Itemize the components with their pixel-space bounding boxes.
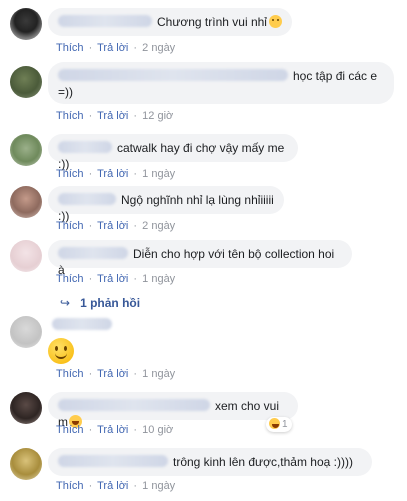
like-link[interactable]: Thích xyxy=(56,42,84,54)
separator: · xyxy=(133,42,138,54)
comment-actions: Thích · Trả lời · 1 ngày xyxy=(56,368,175,380)
avatar[interactable] xyxy=(10,240,42,272)
reply-link[interactable]: Trả lời xyxy=(97,220,128,232)
timestamp[interactable]: 2 ngày xyxy=(142,42,175,54)
avatar[interactable] xyxy=(10,186,42,218)
like-link[interactable]: Thích xyxy=(56,110,84,122)
comment-bubble: catwalk hay đi chợ vậy mấy me :)) xyxy=(48,134,298,171)
comment-text: học tập đi các e xyxy=(293,69,378,83)
blurred-author-name[interactable] xyxy=(58,399,210,411)
timestamp[interactable]: 1 ngày xyxy=(142,273,175,285)
separator: · xyxy=(133,273,138,285)
comment-actions: Thích · Trả lời · 12 giờ xyxy=(56,110,173,122)
comment-bubble: Diễn cho hợp với tên bộ collection hoi à xyxy=(48,240,352,277)
separator: · xyxy=(88,42,93,54)
separator: · xyxy=(88,480,93,492)
blurred-author-name[interactable] xyxy=(58,193,116,205)
separator: · xyxy=(88,273,93,285)
separator: · xyxy=(88,110,93,122)
comment-actions: Thích · Trả lời · 1 ngày xyxy=(56,168,175,180)
comment-actions: Thích · Trả lời · 2 ngày xyxy=(56,42,175,54)
avatar[interactable] xyxy=(10,66,42,98)
reply-link[interactable]: Trả lời xyxy=(97,368,128,380)
avatar[interactable] xyxy=(10,8,42,40)
timestamp[interactable]: 1 ngày xyxy=(142,168,175,180)
avatar[interactable] xyxy=(10,392,42,424)
like-link[interactable]: Thích xyxy=(56,368,84,380)
timestamp[interactable]: 1 ngày xyxy=(142,368,175,380)
timestamp[interactable]: 2 ngày xyxy=(142,220,175,232)
reply-link[interactable]: Trả lời xyxy=(97,110,128,122)
separator: · xyxy=(88,220,93,232)
reply-link[interactable]: Trả lời xyxy=(97,424,128,436)
timestamp[interactable]: 10 giờ xyxy=(142,424,173,436)
like-link[interactable]: Thích xyxy=(56,424,84,436)
comment-actions: Thích · Trả lời · 1 ngày xyxy=(56,480,175,492)
separator: · xyxy=(133,480,138,492)
separator: · xyxy=(133,220,138,232)
like-link[interactable]: Thích xyxy=(56,273,84,285)
separator: · xyxy=(133,368,138,380)
comment-bubble: xem cho vui m xyxy=(48,392,298,429)
reply-link[interactable]: Trả lời xyxy=(97,480,128,492)
blurred-author-name[interactable] xyxy=(58,455,168,467)
separator: · xyxy=(88,368,93,380)
smile-icon xyxy=(268,15,282,28)
comment-text: trông kinh lên được,thảm hoạ :)))) xyxy=(173,455,353,469)
avatar[interactable] xyxy=(10,448,42,480)
comment-actions: Thích · Trả lời · 2 ngày xyxy=(56,220,175,232)
blurred-author-name[interactable] xyxy=(58,69,288,81)
separator: · xyxy=(133,110,138,122)
separator: · xyxy=(88,168,93,180)
reply-link[interactable]: Trả lời xyxy=(97,168,128,180)
timestamp[interactable]: 1 ngày xyxy=(142,480,175,492)
comment-actions: Thích · Trả lời · 10 giờ xyxy=(56,424,173,436)
separator: · xyxy=(88,424,93,436)
comment-text: Chương trình vui nhỉ xyxy=(157,15,267,29)
laughing-reaction-icon xyxy=(269,418,280,429)
like-link[interactable]: Thích xyxy=(56,480,84,492)
comment-bubble: Chương trình vui nhỉ xyxy=(48,8,292,36)
comment-bubble: trông kinh lên được,thảm hoạ :)))) xyxy=(48,448,372,476)
comment-text-continued: =)) xyxy=(58,85,73,99)
separator: · xyxy=(133,168,138,180)
like-link[interactable]: Thích xyxy=(56,168,84,180)
blurred-author-name[interactable] xyxy=(58,15,152,27)
reply-link[interactable]: Trả lời xyxy=(97,273,128,285)
separator: · xyxy=(133,424,138,436)
replies-count-label: 1 phản hồi xyxy=(80,296,141,310)
reaction-count: 1 xyxy=(282,419,288,430)
blurred-author-name[interactable] xyxy=(58,247,128,259)
like-link[interactable]: Thích xyxy=(56,220,84,232)
blurred-author-name[interactable] xyxy=(58,141,112,153)
avatar[interactable] xyxy=(10,134,42,166)
big-smile-icon xyxy=(48,338,74,364)
avatar[interactable] xyxy=(10,316,42,348)
comment-author-row xyxy=(52,318,117,332)
timestamp[interactable]: 12 giờ xyxy=(142,110,173,122)
comment-actions: Thích · Trả lời · 1 ngày xyxy=(56,273,175,285)
reaction-badge[interactable]: 1 xyxy=(266,417,292,432)
reply-link[interactable]: Trả lời xyxy=(97,42,128,54)
blurred-author-name[interactable] xyxy=(52,318,112,330)
reply-arrow-icon: ↪ xyxy=(60,296,71,310)
comment-bubble: học tập đi các e =)) xyxy=(48,62,394,104)
view-replies-link[interactable]: ↪ 1 phản hồi xyxy=(60,296,140,310)
comment-bubble: Ngộ nghĩnh nhỉ lạ lùng nhỉiiiii :)) xyxy=(48,186,284,223)
